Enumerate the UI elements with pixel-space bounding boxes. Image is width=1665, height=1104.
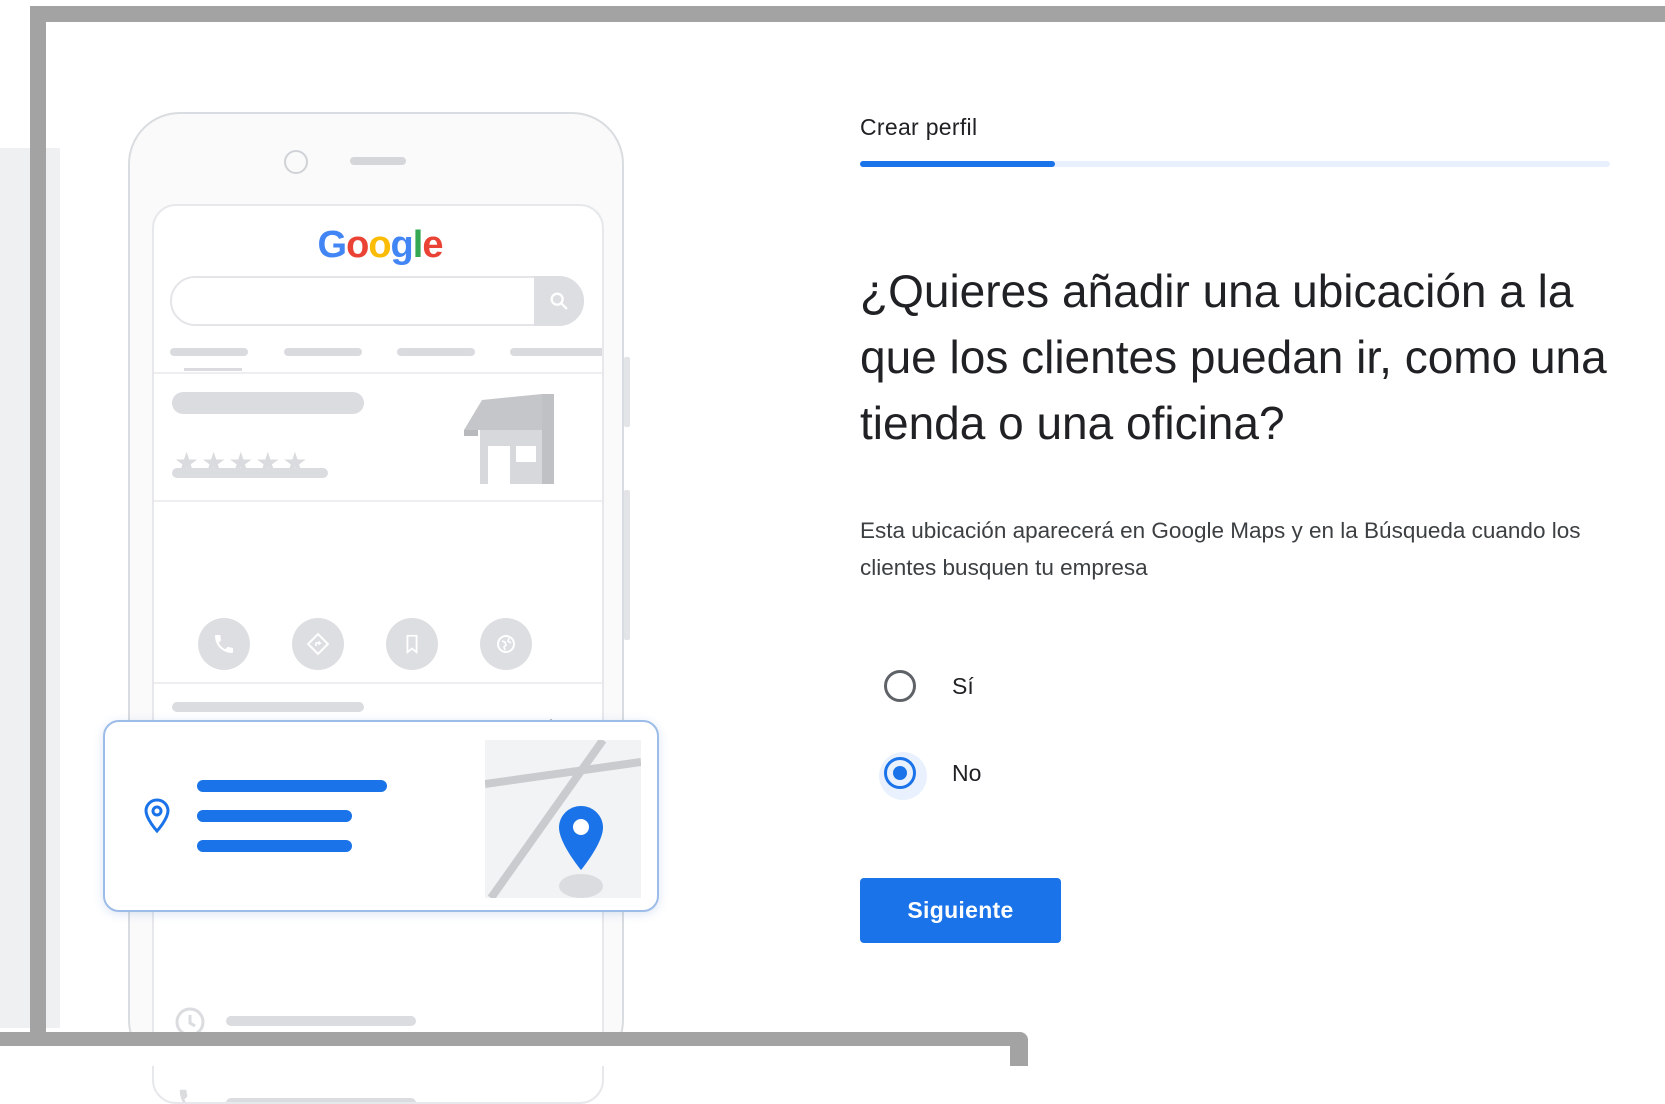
phone-speaker <box>350 157 406 165</box>
search-icon <box>534 276 584 326</box>
address-line <box>197 780 387 792</box>
step-label: Crear perfil <box>860 114 978 140</box>
address-line <box>197 810 352 822</box>
directions-icon <box>292 618 344 670</box>
illustration-search-bar <box>170 276 584 326</box>
question-description: Esta ubicación aparecerá en Google Maps … <box>860 518 1581 580</box>
radio-option-si[interactable]: Sí <box>884 665 974 707</box>
phone-camera <box>284 150 308 174</box>
progress-bar <box>860 161 1610 167</box>
tab-placeholder <box>170 348 248 356</box>
active-tab-indicator <box>184 368 242 371</box>
divider <box>154 372 602 374</box>
map-pin-icon <box>559 806 603 870</box>
location-pin-icon <box>144 798 170 834</box>
text-placeholder <box>172 468 328 478</box>
text-placeholder <box>226 1098 416 1102</box>
tab-placeholder <box>284 348 362 356</box>
location-card <box>103 720 659 912</box>
phone-illustration: Google ★★★★★ <box>128 112 630 1104</box>
radio-button-si[interactable] <box>884 670 916 702</box>
radio-button-no[interactable] <box>879 752 927 800</box>
bookmark-icon <box>386 618 438 670</box>
phone-icon <box>198 618 250 670</box>
text-placeholder <box>172 702 364 712</box>
phone-screen: Google ★★★★★ <box>152 204 604 1104</box>
frame-inner-fill <box>0 1046 1010 1066</box>
divider <box>154 500 602 502</box>
progress-bar-fill <box>860 161 1055 167</box>
frame-border-top <box>30 6 1665 22</box>
radio-option-no[interactable]: No <box>879 752 982 800</box>
tab-placeholder <box>397 348 475 356</box>
business-name-placeholder <box>172 392 364 414</box>
question-heading: ¿Quieres añadir una ubicación a la que l… <box>860 265 1607 449</box>
google-logo: Google <box>317 224 444 266</box>
divider <box>154 682 602 684</box>
text-placeholder <box>226 1016 416 1026</box>
phone-side-button <box>624 357 630 427</box>
radio-label-no: No <box>952 759 982 786</box>
storefront-icon <box>464 394 554 484</box>
next-button[interactable]: Siguiente <box>860 878 1061 943</box>
phone-icon <box>179 1089 188 1102</box>
address-line <box>197 840 352 852</box>
radio-label-si: Sí <box>952 672 974 699</box>
phone-side-button <box>624 490 630 640</box>
globe-icon <box>480 618 532 670</box>
frame-border-left <box>30 6 46 1046</box>
map-thumbnail <box>484 737 642 901</box>
tab-placeholder <box>510 348 602 356</box>
radio-dot <box>893 766 907 780</box>
